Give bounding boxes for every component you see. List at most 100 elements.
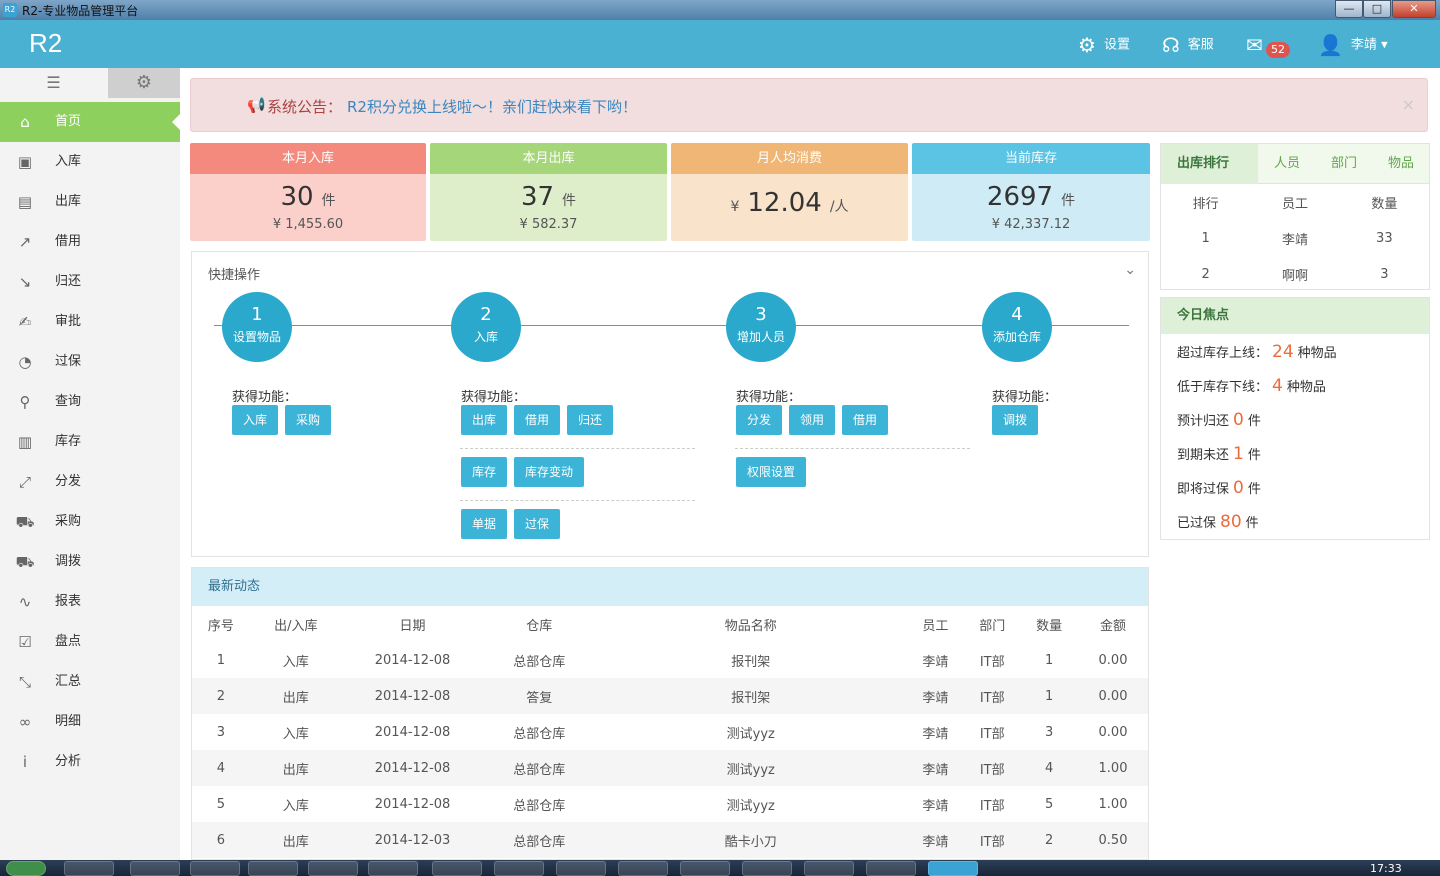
taskbar-app-icon[interactable] [556,861,606,876]
notice-close-icon[interactable]: × [1402,95,1415,114]
sidebar-item-7[interactable]: ⚲ 查询 [0,382,180,422]
focus-label: 预计归还 [1177,414,1230,429]
user-menu[interactable]: 👤 李靖 ▾ [1318,34,1388,56]
step-circle-2[interactable]: 2 入库 [451,292,521,362]
start-button[interactable] [6,861,46,876]
sidebar-item-9[interactable]: ⤢ 分发 [0,462,180,502]
table-cell: 总部仓库 [483,822,596,858]
table-row[interactable]: 1 入库 2014-12-08 总部仓库 报刊架 李靖 IT部 1 0.00 [192,642,1148,678]
quick-action-button[interactable]: 归还 [567,405,614,435]
taskbar-app-icon[interactable] [248,861,298,876]
quick-action-button[interactable]: 单据 [461,509,508,539]
service-button[interactable]: ☊ 客服 [1162,34,1214,56]
rank-row[interactable]: 1 李靖 33 [1161,220,1429,256]
quick-action-button[interactable]: 调拨 [992,405,1039,435]
focus-item[interactable]: 到期未还 1 件 [1177,444,1261,464]
quick-action-button[interactable]: 权限设置 [736,457,807,487]
stat-amount: ¥ 42,337.12 [991,217,1071,232]
sidebar-item-1[interactable]: ▣ 入库 [0,142,180,182]
rank-column-header: 排行 [1192,196,1219,212]
quick-action-button[interactable]: 库存 [461,457,508,487]
taskbar-app-icon[interactable] [866,861,916,876]
quick-action-button[interactable]: 库存变动 [514,457,585,487]
taskbar-app-icon[interactable] [494,861,544,876]
taskbar-app-icon[interactable] [308,861,358,876]
quick-action-button[interactable]: 入库 [232,405,279,435]
sidebar-item-15[interactable]: ∞ 明细 [0,702,180,742]
sidebar-item-10[interactable]: ⛟ 采购 [0,502,180,542]
taskbar-app-icon[interactable] [928,861,978,876]
taskbar-app-icon[interactable] [804,861,854,876]
warranty-icon: ◔ [18,353,32,371]
table-cell: 5 [1044,796,1054,812]
table-row[interactable]: 3 入库 2014-12-08 总部仓库 测试yyz 李靖 IT部 3 0.00 [192,714,1148,750]
sidebar-item-14[interactable]: ⤡ 汇总 [0,662,180,702]
taskbar-app-icon[interactable] [432,861,482,876]
home-icon: ⌂ [20,113,30,131]
focus-item[interactable]: 预计归还 0 件 [1177,410,1261,430]
rank-tab-1[interactable]: 人员 [1274,144,1300,184]
focus-item[interactable]: 低于库存下线： 4 种物品 [1177,376,1326,396]
sidebar-gear-icon[interactable]: ⚙ [108,68,180,98]
quick-actions-panel: 快捷操作 ⌄ 1 设置物品 获得功能： 入库 采购 2 入库 获得功能： 出库 借用 归还 库存 库存变… [191,251,1149,557]
step-circle-4[interactable]: 4 添加仓库 [982,292,1052,362]
quick-action-button[interactable]: 出库 [461,405,508,435]
sidebar-item-5[interactable]: ✍ 审批 [0,302,180,342]
notice-link[interactable]: R2积分兑换上线啦～！亲们赶快来看下哟！ [347,96,637,117]
taskbar-app-icon[interactable] [618,861,668,876]
menu-toggle-icon[interactable]: ☰ [0,68,107,98]
quick-action-button[interactable]: 采购 [285,405,332,435]
rank-row[interactable]: 2 啊啊 3 [1161,256,1429,292]
quick-action-button[interactable]: 领用 [789,405,836,435]
sidebar-item-0[interactable]: ⌂ 首页 [0,102,180,142]
sidebar-item-4[interactable]: ↘ 归还 [0,262,180,302]
focus-item[interactable]: 超过库存上线： 24 种物品 [1177,342,1337,362]
settings-button[interactable]: ⚙ 设置 [1078,34,1130,56]
sidebar-item-3[interactable]: ↗ 借用 [0,222,180,262]
taskbar-app-icon[interactable] [190,861,240,876]
table-cell: 李靖 [922,798,949,814]
sidebar-item-16[interactable]: ⅰ 分析 [0,742,180,782]
row-divider [460,448,695,449]
sidebar-item-8[interactable]: ▥ 库存 [0,422,180,462]
table-cell: 报刊架 [731,654,771,670]
taskbar-app-icon[interactable] [680,861,730,876]
column-header: 日期 [341,606,484,642]
taskbar-app-icon[interactable] [368,861,418,876]
maximize-button[interactable]: □ [1363,0,1391,18]
table-row[interactable]: 2 出库 2014-12-08 答复 报刊架 李靖 IT部 1 0.00 [192,678,1148,714]
close-window-button[interactable]: ✕ [1392,0,1436,18]
sidebar-item-2[interactable]: ▤ 出库 [0,182,180,222]
focus-item[interactable]: 即将过保 0 件 [1177,478,1261,498]
minimize-button[interactable]: — [1335,0,1363,18]
taskbar-app-icon[interactable] [130,861,180,876]
taskbar-app-icon[interactable] [64,861,114,876]
table-row[interactable]: 6 出库 2014-12-03 总部仓库 酷卡小刀 李靖 IT部 2 0.50 [192,822,1148,858]
table-cell: 总部仓库 [513,726,566,742]
stat-value-line: 2697 件 [912,182,1150,212]
rank-tab-0[interactable]: 出库排行 [1161,144,1258,184]
step-circle-1[interactable]: 1 设置物品 [222,292,292,362]
taskbar-app-icon[interactable] [742,861,792,876]
rank-tab-3[interactable]: 物品 [1388,144,1414,184]
focus-item[interactable]: 已过保 80 件 [1177,512,1259,532]
table-cell: IT部 [964,750,1021,786]
rank-tab-2[interactable]: 部门 [1331,144,1357,184]
focus-unit: 种物品 [1286,380,1326,395]
table-cell: 测试yyz [726,798,775,814]
sidebar-item-label: 报表 [55,594,82,609]
table-row[interactable]: 5 入库 2014-12-08 总部仓库 测试yyz 李靖 IT部 5 1.00 [192,786,1148,822]
notice-prefix: 系统公告： [267,98,343,116]
quick-action-button[interactable]: 过保 [514,509,561,539]
mail-count-badge: 52 [1266,42,1290,58]
quick-action-button[interactable]: 分发 [736,405,783,435]
step-circle-3[interactable]: 3 增加人员 [726,292,796,362]
sidebar-item-13[interactable]: ☑ 盘点 [0,622,180,662]
chevron-down-icon[interactable]: ⌄ [1124,262,1136,278]
sidebar-item-12[interactable]: ∿ 报表 [0,582,180,622]
table-row[interactable]: 4 出库 2014-12-08 总部仓库 测试yyz 李靖 IT部 4 1.00 [192,750,1148,786]
quick-action-button[interactable]: 借用 [514,405,561,435]
sidebar-item-6[interactable]: ◔ 过保 [0,342,180,382]
quick-action-button[interactable]: 借用 [842,405,889,435]
sidebar-item-11[interactable]: ⛟ 调拨 [0,542,180,582]
